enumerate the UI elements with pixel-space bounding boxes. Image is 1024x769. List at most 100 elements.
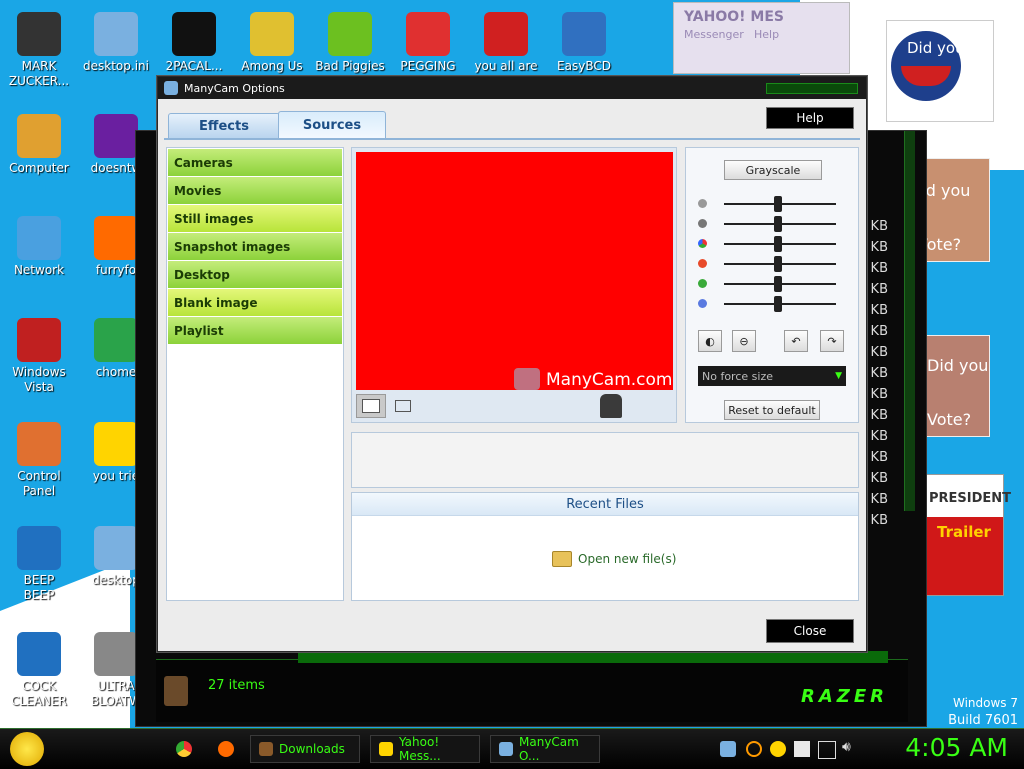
- app-icon: [94, 632, 138, 676]
- taskbar-button[interactable]: ManyCam O...: [490, 735, 600, 763]
- app-icon: [17, 422, 61, 466]
- file-size-unit: KB: [870, 240, 888, 255]
- yahoo-menu-messenger[interactable]: Messenger: [684, 28, 744, 41]
- desktop-icon[interactable]: BEEP BEEP: [1, 526, 77, 603]
- webcam-icon[interactable]: [600, 394, 622, 418]
- source-item[interactable]: Blank image: [168, 289, 342, 316]
- help-button[interactable]: Help: [766, 107, 854, 129]
- color-dot-icon: [698, 219, 707, 228]
- tab-sources[interactable]: Sources: [278, 111, 386, 139]
- president-ad-trailer: Trailer: [937, 523, 991, 541]
- app-icon: [250, 12, 294, 56]
- green-slider[interactable]: [696, 276, 846, 292]
- explorer-green-strip: [298, 651, 888, 663]
- taskbar-button[interactable]: Yahoo! Mess...: [370, 735, 480, 763]
- desktop-icon[interactable]: Network: [1, 216, 77, 278]
- taskbar-button[interactable]: Downloads: [250, 735, 360, 763]
- desktop-icon[interactable]: Computer: [1, 114, 77, 176]
- desktop-icon[interactable]: Bad Piggies: [312, 12, 388, 74]
- search-tray-icon[interactable]: [746, 741, 762, 757]
- desktop-icon[interactable]: COCK CLEANER: [1, 632, 77, 709]
- color-dot-icon: [698, 239, 707, 248]
- open-new-files-link[interactable]: Open new file(s): [552, 551, 676, 567]
- manycam-tray-icon[interactable]: [720, 741, 736, 757]
- desktop-icon-label: Among Us: [241, 59, 303, 73]
- slider-knob[interactable]: [774, 196, 782, 212]
- desktop-icon[interactable]: Windows Vista: [1, 318, 77, 395]
- desktop-icon-label: Computer: [9, 161, 69, 175]
- brightness-slider[interactable]: [696, 196, 846, 212]
- file-size-unit: KB: [870, 282, 888, 297]
- recent-files-panel: Recent Files Open new file(s): [351, 492, 859, 601]
- scrollbar[interactable]: [904, 131, 915, 511]
- grayscale-button[interactable]: Grayscale: [724, 160, 822, 180]
- file-size-unit: KB: [870, 408, 888, 423]
- volume-icon[interactable]: 🔊︎: [842, 739, 858, 755]
- desktop-icon[interactable]: EasyBCD: [546, 12, 622, 74]
- mirror-horizontal-button[interactable]: ◐: [698, 330, 722, 352]
- pip-view-button[interactable]: [392, 396, 414, 416]
- source-list[interactable]: Cameras Movies Still images Snapshot images…: [166, 147, 344, 601]
- force-size-select[interactable]: No force size ▼: [698, 366, 846, 386]
- source-item[interactable]: Movies: [168, 177, 342, 204]
- source-item[interactable]: Playlist: [168, 317, 342, 344]
- desktop-icon[interactable]: Among Us: [234, 12, 310, 74]
- app-icon: [94, 12, 138, 56]
- slider-knob[interactable]: [774, 256, 782, 272]
- red-slider[interactable]: [696, 256, 846, 272]
- item-count: 27 items: [208, 678, 265, 693]
- open-new-files-label: Open new file(s): [578, 552, 677, 566]
- taskbar-clock[interactable]: 4:05 AM: [905, 733, 1008, 762]
- video-preview: ManyCam.com: [356, 152, 673, 390]
- firefox-pinned-icon[interactable]: [218, 741, 234, 757]
- chrome-pinned-icon[interactable]: [176, 741, 192, 757]
- watermark-line: Windows 7: [952, 696, 1018, 710]
- start-button[interactable]: [10, 732, 44, 766]
- yahoo-messenger-window[interactable]: YAHOO! MES Messenger Help: [673, 2, 850, 74]
- desktop-icon[interactable]: MARK ZUCKER...: [1, 12, 77, 89]
- tab-effects[interactable]: Effects: [168, 113, 280, 139]
- mirror-vertical-button[interactable]: ⊖: [732, 330, 756, 352]
- desktop-icon[interactable]: 2PACAL...: [156, 12, 232, 74]
- source-info-panel: [351, 432, 859, 488]
- tab-label: Sources: [302, 118, 362, 133]
- source-item[interactable]: Desktop: [168, 261, 342, 288]
- contrast-slider[interactable]: [696, 216, 846, 232]
- taskbar: Downloads Yahoo! Mess... ManyCam O... 🔊︎ 4…: [0, 728, 1024, 769]
- window-controls[interactable]: [766, 83, 858, 94]
- dialog-titlebar[interactable]: ManyCam Options: [158, 77, 866, 99]
- rotate-right-button[interactable]: ↷: [820, 330, 844, 352]
- blue-slider[interactable]: [696, 296, 846, 312]
- flag-tray-icon[interactable]: [794, 741, 810, 757]
- saturation-slider[interactable]: [696, 236, 846, 252]
- source-item[interactable]: Cameras: [168, 149, 342, 176]
- slider-knob[interactable]: [774, 236, 782, 252]
- file-size-unit: KB: [870, 387, 888, 402]
- desktop-icon[interactable]: desktop.ini: [78, 12, 154, 74]
- slider-knob[interactable]: [774, 276, 782, 292]
- desktop-icon[interactable]: Control Panel: [1, 422, 77, 499]
- slider-knob[interactable]: [774, 216, 782, 232]
- poster-text: Did you: [907, 39, 965, 57]
- rotate-left-button[interactable]: ↶: [784, 330, 808, 352]
- yahoo-menu-help[interactable]: Help: [754, 28, 779, 41]
- reset-to-default-button[interactable]: Reset to default: [724, 400, 820, 420]
- close-button[interactable]: Close: [766, 619, 854, 643]
- source-item[interactable]: Snapshot images: [168, 233, 342, 260]
- desktop-icon-label: desktop.ini: [83, 59, 149, 73]
- file-size-unit: KB: [870, 324, 888, 339]
- file-size-unit: KB: [870, 345, 888, 360]
- obama-poster: Did you: [886, 20, 994, 122]
- desktop-icon[interactable]: PEGGING: [390, 12, 466, 74]
- desktop-icon-label: BEEP BEEP: [23, 573, 55, 602]
- desktop-icon[interactable]: you all are: [468, 12, 544, 74]
- slider-knob[interactable]: [774, 296, 782, 312]
- network-tray-icon[interactable]: [818, 741, 836, 759]
- manycam-options-dialog[interactable]: ManyCam Options Effects Sources Help Cam…: [157, 76, 867, 652]
- source-item[interactable]: Still images: [168, 205, 342, 232]
- folder-icon: [164, 676, 188, 706]
- fullscreen-view-button[interactable]: [356, 394, 386, 418]
- app-icon: [562, 12, 606, 56]
- messenger-tray-icon[interactable]: [770, 741, 786, 757]
- app-icon: [94, 526, 138, 570]
